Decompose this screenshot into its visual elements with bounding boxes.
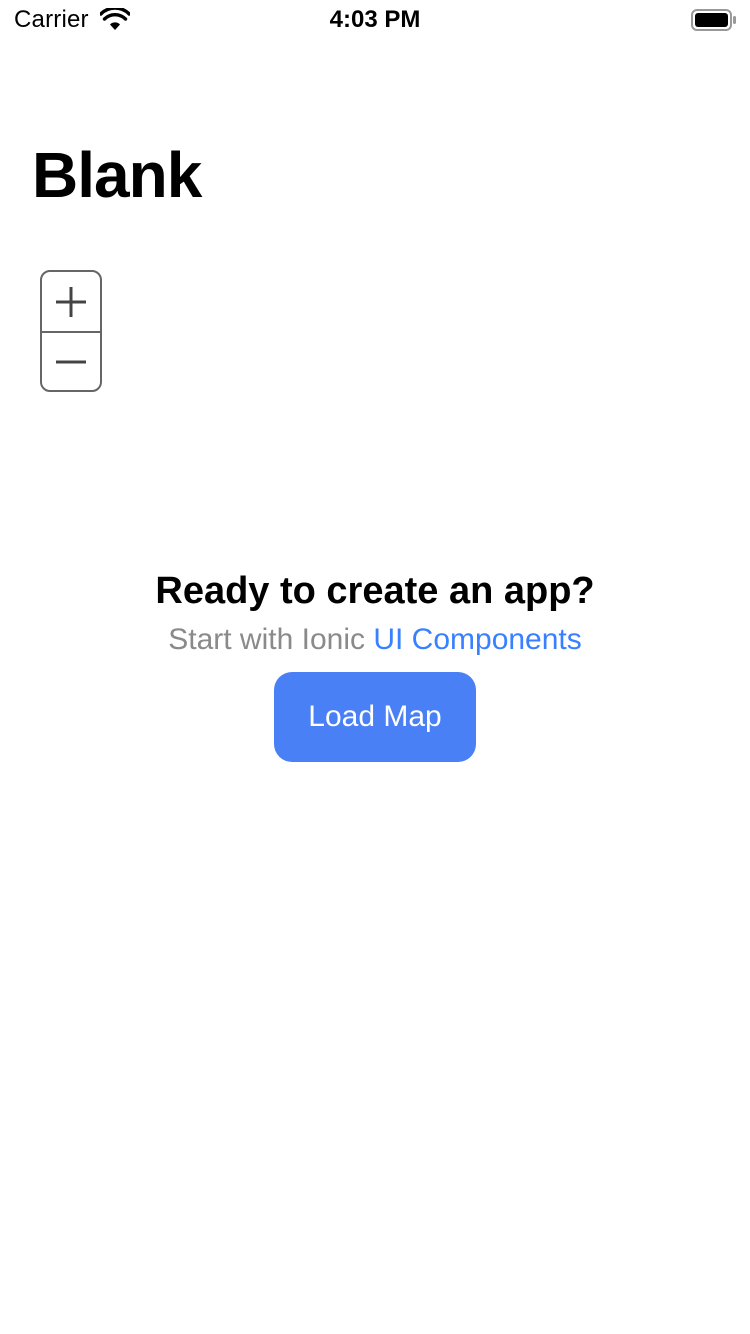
status-bar: Carrier 4:03 PM bbox=[0, 0, 750, 40]
zoom-out-button[interactable] bbox=[42, 332, 100, 390]
status-time: 4:03 PM bbox=[329, 6, 421, 33]
app-screen: Carrier 4:03 PM Blank Ready to create an… bbox=[0, 0, 750, 1334]
subline-text: Start with Ionic bbox=[168, 623, 365, 656]
load-map-button[interactable]: Load Map bbox=[274, 672, 476, 762]
battery-full-icon bbox=[691, 9, 736, 31]
plus-icon bbox=[56, 286, 86, 317]
headline: Ready to create an app? bbox=[155, 570, 595, 612]
subline: Start with Ionic UI Components bbox=[0, 623, 750, 657]
zoom-in-button[interactable] bbox=[42, 272, 100, 333]
page-title: Blank bbox=[32, 139, 202, 211]
minus-icon bbox=[56, 360, 86, 363]
ui-components-link[interactable]: UI Components bbox=[373, 623, 581, 656]
map-zoom-control bbox=[40, 270, 102, 392]
